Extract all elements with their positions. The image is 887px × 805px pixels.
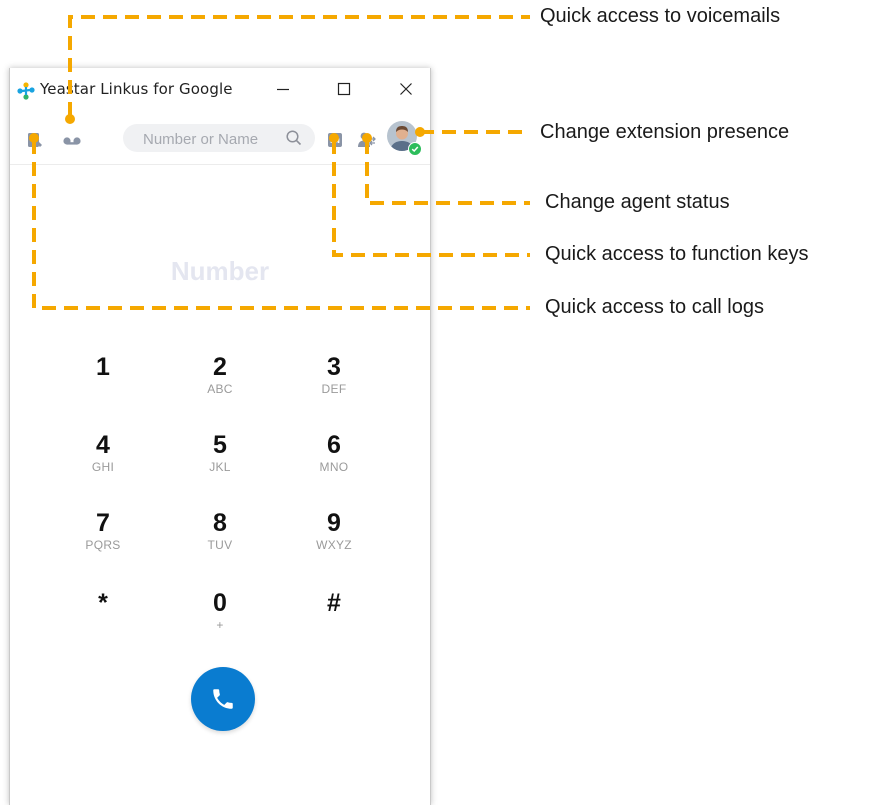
key-digit: 8 — [213, 509, 227, 537]
title-bar: Yeastar Linkus for Google — [10, 68, 430, 110]
voicemail-icon — [63, 137, 81, 145]
key-digit: 5 — [213, 431, 227, 459]
svg-text:FN: FN — [330, 137, 340, 145]
search-input[interactable] — [141, 128, 285, 150]
callout-presence: Change extension presence — [540, 121, 790, 143]
key-letters: + — [216, 618, 224, 632]
maximize-button[interactable] — [326, 76, 362, 102]
phone-icon — [213, 689, 233, 709]
key-letters: WXYZ — [316, 538, 352, 552]
agent-status-icon — [358, 132, 376, 147]
key-3[interactable]: 3 DEF — [299, 353, 369, 396]
key-digit: * — [98, 589, 108, 617]
agent-status-button[interactable] — [356, 129, 378, 151]
call-logs-button[interactable] — [24, 129, 46, 151]
key-digit: 1 — [96, 353, 110, 381]
minimize-button[interactable] — [265, 76, 301, 102]
key-digit: 2 — [213, 353, 227, 381]
call-logs-icon — [28, 133, 42, 147]
key-digit: 0 — [213, 589, 227, 617]
key-9[interactable]: 9 WXYZ — [299, 509, 369, 552]
call-button[interactable] — [191, 667, 255, 731]
key-5[interactable]: 5 JKL — [185, 431, 255, 474]
key-letters: TUV — [207, 538, 233, 552]
app-title: Yeastar Linkus for Google — [40, 80, 233, 98]
key-digit: 7 — [96, 509, 110, 537]
key-digit: 9 — [327, 509, 341, 537]
voicemail-button[interactable] — [61, 129, 83, 151]
function-keys-button[interactable]: FN — [324, 129, 346, 151]
key-letters: GHI — [91, 460, 115, 474]
check-icon — [411, 146, 419, 153]
key-7[interactable]: 7 PQRS — [68, 509, 138, 552]
avatar[interactable] — [387, 121, 422, 156]
close-icon — [400, 83, 412, 95]
app-window: Yeastar Linkus for Google Number or Name… — [9, 68, 431, 805]
toolbar: FN — [10, 116, 430, 165]
key-8[interactable]: 8 TUV — [185, 509, 255, 552]
search-box[interactable] — [123, 124, 315, 152]
search-icon[interactable] — [285, 129, 303, 147]
key-6[interactable]: 6 MNO — [299, 431, 369, 474]
callout-voicemails: Quick access to voicemails — [540, 5, 781, 27]
close-button[interactable] — [388, 76, 424, 102]
key-4[interactable]: 4 GHI — [68, 431, 138, 474]
key-hash[interactable]: # — [299, 589, 369, 618]
key-0[interactable]: 0 + — [185, 589, 255, 632]
key-1[interactable]: 1 — [68, 353, 138, 382]
key-star[interactable]: * — [68, 589, 138, 618]
callout-function-keys: Quick access to function keys — [545, 243, 809, 265]
key-digit: # — [327, 589, 341, 617]
app-logo-icon — [17, 82, 35, 100]
function-keys-icon: FN — [328, 133, 342, 147]
key-letters: DEF — [321, 382, 347, 396]
key-2[interactable]: 2 ABC — [185, 353, 255, 396]
callout-agent-status: Change agent status — [545, 191, 730, 213]
callout-call-logs: Quick access to call logs — [545, 296, 764, 318]
key-letters: ABC — [207, 382, 233, 396]
key-letters: JKL — [209, 460, 231, 474]
key-digit: 4 — [96, 431, 110, 459]
number-display[interactable]: Number — [10, 256, 430, 287]
key-digit: 3 — [327, 353, 341, 381]
presence-status-badge — [408, 142, 422, 156]
key-letters: PQRS — [85, 538, 121, 552]
maximize-icon — [337, 82, 351, 96]
key-letters: MNO — [319, 460, 349, 474]
minimize-icon — [277, 88, 289, 91]
key-digit: 6 — [327, 431, 341, 459]
